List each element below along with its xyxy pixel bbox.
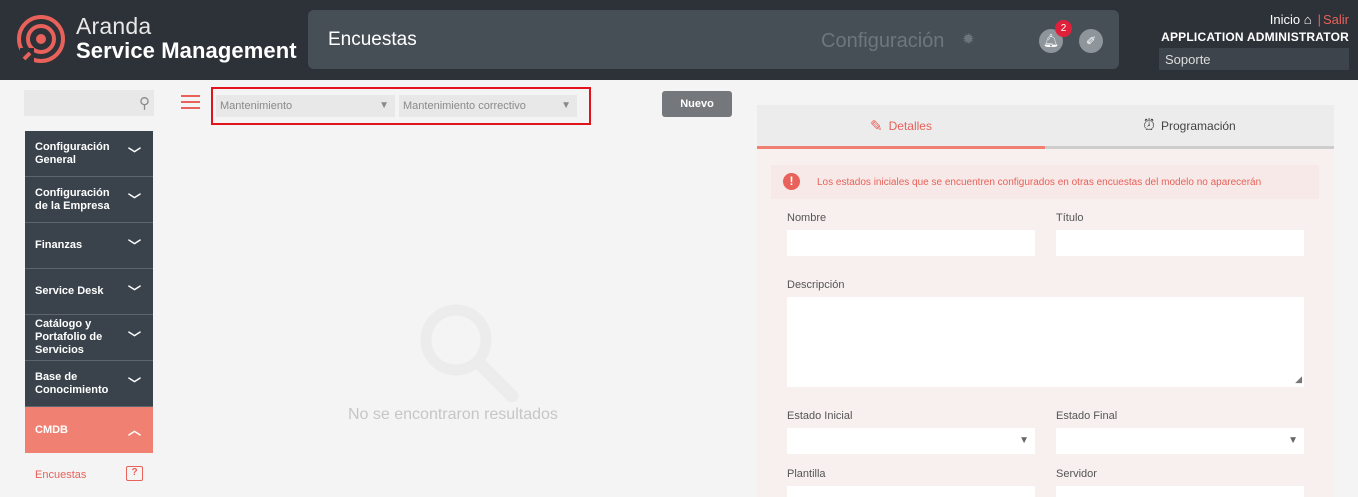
sidebar-item-configuracion-general[interactable]: Configuración General ﹀	[25, 131, 153, 177]
details-panel: ✎ Detalles ⏰︎ Programación ! Los estados…	[757, 105, 1334, 497]
sidebar-item-service-desk[interactable]: Service Desk ﹀	[25, 269, 153, 315]
titulo-input[interactable]	[1056, 230, 1304, 256]
type-value: Mantenimiento correctivo	[403, 100, 526, 112]
search-icon[interactable]: ⚲	[139, 94, 150, 112]
sidebar-item-base-conocimiento[interactable]: Base de Conocimiento ﹀	[25, 361, 153, 407]
dropdown-arrow-icon: ▼	[1019, 435, 1029, 446]
new-button[interactable]: Nuevo	[662, 91, 732, 117]
sidebar-item-label: Configuración General	[35, 140, 110, 166]
sidebar-item-catalogo[interactable]: Catálogo y Portafolio de Servicios ﹀	[25, 315, 153, 361]
filter-highlight: Mantenimiento ▼ Mantenimiento correctivo…	[211, 87, 591, 125]
alert-text: Los estados iniciales que se encuentren …	[817, 177, 1262, 188]
brand-name: Aranda	[76, 13, 152, 39]
tab-label: Programación	[1161, 118, 1236, 133]
user-name: APPLICATION ADMINISTRATOR	[1161, 30, 1349, 44]
sidebar-subitem-label: Encuestas	[35, 469, 87, 481]
servidor-select[interactable]	[1056, 486, 1304, 497]
separator: |	[1317, 12, 1321, 27]
alert-message: ! Los estados iniciales que se encuentre…	[771, 165, 1319, 199]
search-icon	[420, 304, 519, 403]
logout-link[interactable]: Salir	[1323, 12, 1349, 27]
tab-label: Detalles	[888, 118, 932, 133]
descripcion-textarea[interactable]: ◢	[787, 297, 1304, 387]
chevron-down-icon: ﹀	[127, 192, 141, 207]
dropdown-arrow-icon: ▼	[561, 100, 571, 111]
panel-tabs: ✎ Detalles ⏰︎ Programación	[757, 105, 1334, 149]
home-link[interactable]: Inicio	[1270, 12, 1300, 27]
servidor-label: Servidor	[1056, 468, 1097, 480]
category-value: Mantenimiento	[220, 100, 293, 112]
top-header: Aranda Service Management Encuestas Conf…	[0, 0, 1358, 80]
chevron-down-icon: ﹀	[127, 284, 141, 299]
nombre-input[interactable]	[787, 230, 1035, 256]
gear-icon[interactable]: ✹	[962, 30, 975, 48]
chevron-up-icon: ︿	[127, 422, 141, 438]
estado-inicial-select[interactable]: ▼	[787, 428, 1035, 454]
sidebar-item-finanzas[interactable]: Finanzas ﹀	[25, 223, 153, 269]
sidebar-item-label: Service Desk	[35, 285, 104, 297]
edit-icon: ✎	[870, 117, 883, 135]
dropdown-arrow-icon: ▼	[1288, 435, 1298, 446]
estado-final-label: Estado Final	[1056, 410, 1118, 422]
estado-inicial-label: Estado Inicial	[787, 410, 853, 422]
titulo-label: Título	[1056, 212, 1084, 224]
hamburger-icon[interactable]	[181, 95, 200, 113]
alarm-clock-icon: ⏰︎	[1143, 117, 1155, 134]
sidebar-item-label: CMDB	[35, 423, 68, 436]
tab-programacion[interactable]: ⏰︎ Programación	[1045, 105, 1334, 149]
sidebar-item-configuracion-empresa[interactable]: Configuración de la Empresa ﹀	[25, 177, 153, 223]
estado-final-select[interactable]: ▼	[1056, 428, 1304, 454]
notification-badge: 2	[1055, 20, 1072, 37]
project-select[interactable]: Soporte	[1159, 48, 1349, 70]
chevron-down-icon: ﹀	[127, 146, 141, 161]
brand-product: Service Management	[76, 38, 297, 63]
top-links: Inicio ⌂ | Salir	[1270, 12, 1349, 27]
module-title: Encuestas	[328, 29, 417, 50]
home-icon[interactable]: ⌂	[1304, 12, 1312, 27]
empty-results-message: No se encontraron resultados	[348, 406, 558, 423]
category-select[interactable]: Mantenimiento ▼	[216, 95, 395, 117]
question-icon: ?	[126, 466, 143, 481]
alert-icon: !	[783, 173, 800, 190]
sidebar-search-input[interactable]: ⚲	[24, 90, 154, 116]
sidebar-item-label: Base de Conocimiento	[35, 370, 109, 396]
sidebar-item-label: Configuración de la Empresa	[35, 186, 110, 212]
magic-wand-icon[interactable]: ✐	[1079, 29, 1103, 53]
nombre-label: Nombre	[787, 212, 827, 224]
sidebar-item-cmdb[interactable]: CMDB ︿	[25, 407, 153, 453]
aranda-logo-icon	[17, 15, 65, 63]
chevron-down-icon: ﹀	[127, 330, 141, 345]
chevron-down-icon: ﹀	[127, 238, 141, 253]
dropdown-arrow-icon: ▼	[379, 100, 389, 111]
descripcion-label: Descripción	[787, 279, 845, 291]
module-bar: Encuestas Configuración ✹ 🔔︎ 2 ✐	[308, 10, 1119, 69]
plantilla-label: Plantilla	[787, 468, 826, 480]
configuration-link[interactable]: Configuración	[821, 30, 944, 53]
resize-handle-icon[interactable]: ◢	[1295, 374, 1302, 385]
sidebar-menu: Configuración General ﹀ Configuración de…	[25, 131, 153, 497]
chevron-down-icon: ﹀	[127, 376, 141, 391]
sidebar-item-label: Catálogo y Portafolio de Servicios	[35, 318, 103, 356]
plantilla-select[interactable]	[787, 486, 1035, 497]
type-select[interactable]: Mantenimiento correctivo ▼	[399, 95, 577, 117]
sidebar-item-label: Finanzas	[35, 239, 83, 251]
sidebar-subitem-encuestas[interactable]: Encuestas ?	[25, 453, 153, 497]
tab-detalles[interactable]: ✎ Detalles	[757, 105, 1045, 149]
